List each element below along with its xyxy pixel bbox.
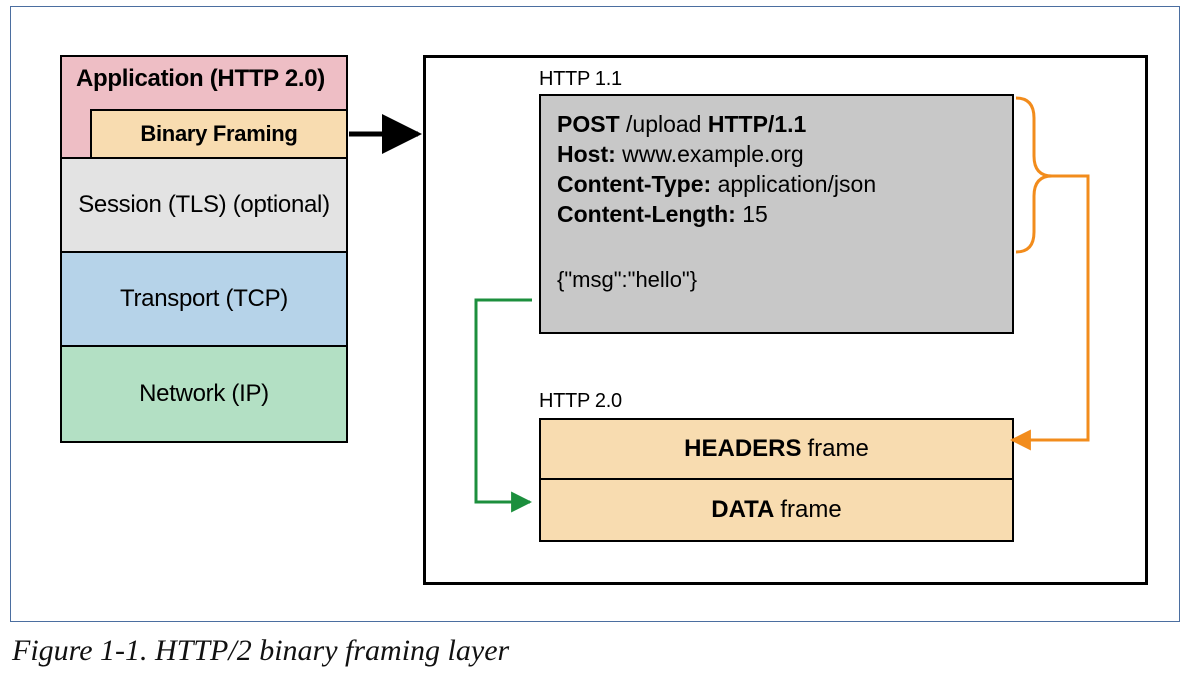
layer-network-label: Network (IP)	[139, 380, 269, 408]
request-body: {"msg":"hello"}	[557, 266, 996, 295]
layer-application: Application (HTTP 2.0) Binary Framing	[62, 57, 346, 159]
layer-network: Network (IP)	[62, 347, 346, 441]
figure-frame: Application (HTTP 2.0) Binary Framing Se…	[10, 6, 1180, 622]
http20-frames: HEADERS frame DATA frame	[539, 418, 1014, 542]
content-type-value: application/json	[718, 171, 877, 197]
request-method: POST	[557, 111, 620, 137]
content-length-value: 15	[742, 201, 768, 227]
layer-transport-label: Transport (TCP)	[120, 285, 288, 313]
request-path: /upload	[626, 111, 701, 137]
request-version: HTTP/1.1	[708, 111, 806, 137]
figure-caption: Figure 1-1. HTTP/2 binary framing layer	[12, 634, 509, 668]
http11-heading: HTTP 1.1	[539, 68, 622, 91]
layer-application-label: Application (HTTP 2.0)	[76, 65, 325, 93]
headers-frame: HEADERS frame	[541, 420, 1012, 480]
host-header-value: www.example.org	[622, 141, 804, 167]
content-type-key: Content-Type:	[557, 171, 711, 197]
binary-framing-label: Binary Framing	[140, 121, 297, 147]
http20-heading: HTTP 2.0	[539, 390, 622, 413]
host-header-key: Host:	[557, 141, 616, 167]
http11-request-box: POST /upload HTTP/1.1 Host: www.example.…	[539, 94, 1014, 334]
layer-transport: Transport (TCP)	[62, 253, 346, 347]
content-length-key: Content-Length:	[557, 201, 736, 227]
binary-framing-layer: Binary Framing	[90, 109, 348, 159]
data-frame: DATA frame	[541, 480, 1012, 540]
layer-session: Session (TLS) (optional)	[62, 159, 346, 253]
layer-session-label: Session (TLS) (optional)	[78, 191, 330, 219]
framing-illustration: HTTP 1.1 POST /upload HTTP/1.1 Host: www…	[423, 55, 1148, 585]
protocol-stack: Application (HTTP 2.0) Binary Framing Se…	[60, 55, 348, 443]
